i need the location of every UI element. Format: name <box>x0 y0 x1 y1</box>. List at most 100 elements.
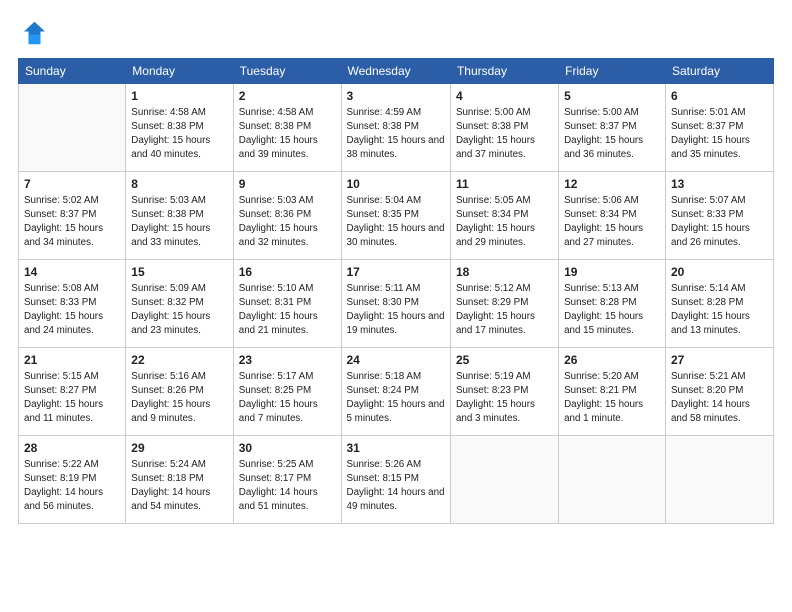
day-info: Sunrise: 5:05 AMSunset: 8:34 PMDaylight:… <box>456 194 553 251</box>
calendar-week-2: 7Sunrise: 5:02 AMSunset: 8:37 PMDaylight… <box>19 172 774 260</box>
calendar-cell: 30Sunrise: 5:25 AMSunset: 8:17 PMDayligh… <box>233 436 341 524</box>
day-number: 29 <box>131 440 227 457</box>
day-number: 28 <box>24 440 120 457</box>
calendar-cell: 4Sunrise: 5:00 AMSunset: 8:38 PMDaylight… <box>450 84 558 172</box>
day-number: 18 <box>456 264 553 281</box>
day-info: Sunrise: 5:10 AMSunset: 8:31 PMDaylight:… <box>239 282 336 339</box>
day-info: Sunrise: 5:17 AMSunset: 8:25 PMDaylight:… <box>239 370 336 427</box>
day-number: 9 <box>239 176 336 193</box>
weekday-header-row: SundayMondayTuesdayWednesdayThursdayFrid… <box>19 59 774 84</box>
logo-icon <box>18 18 48 48</box>
day-number: 6 <box>671 88 768 105</box>
calendar-cell: 3Sunrise: 4:59 AMSunset: 8:38 PMDaylight… <box>341 84 450 172</box>
calendar-cell: 23Sunrise: 5:17 AMSunset: 8:25 PMDayligh… <box>233 348 341 436</box>
day-number: 4 <box>456 88 553 105</box>
header <box>18 18 774 48</box>
day-info: Sunrise: 5:03 AMSunset: 8:38 PMDaylight:… <box>131 194 227 251</box>
day-number: 10 <box>347 176 445 193</box>
day-info: Sunrise: 5:15 AMSunset: 8:27 PMDaylight:… <box>24 370 120 427</box>
calendar-cell: 20Sunrise: 5:14 AMSunset: 8:28 PMDayligh… <box>665 260 773 348</box>
calendar-cell: 16Sunrise: 5:10 AMSunset: 8:31 PMDayligh… <box>233 260 341 348</box>
day-info: Sunrise: 5:21 AMSunset: 8:20 PMDaylight:… <box>671 370 768 427</box>
day-number: 11 <box>456 176 553 193</box>
day-info: Sunrise: 5:26 AMSunset: 8:15 PMDaylight:… <box>347 458 445 515</box>
day-number: 16 <box>239 264 336 281</box>
calendar-cell: 2Sunrise: 4:58 AMSunset: 8:38 PMDaylight… <box>233 84 341 172</box>
weekday-header-monday: Monday <box>126 59 233 84</box>
calendar-cell: 19Sunrise: 5:13 AMSunset: 8:28 PMDayligh… <box>559 260 666 348</box>
calendar-cell <box>559 436 666 524</box>
day-info: Sunrise: 5:00 AMSunset: 8:37 PMDaylight:… <box>564 106 660 163</box>
weekday-header-thursday: Thursday <box>450 59 558 84</box>
day-info: Sunrise: 4:59 AMSunset: 8:38 PMDaylight:… <box>347 106 445 163</box>
day-number: 13 <box>671 176 768 193</box>
calendar-cell: 5Sunrise: 5:00 AMSunset: 8:37 PMDaylight… <box>559 84 666 172</box>
calendar-cell: 7Sunrise: 5:02 AMSunset: 8:37 PMDaylight… <box>19 172 126 260</box>
day-number: 25 <box>456 352 553 369</box>
calendar-cell: 28Sunrise: 5:22 AMSunset: 8:19 PMDayligh… <box>19 436 126 524</box>
calendar-week-1: 1Sunrise: 4:58 AMSunset: 8:38 PMDaylight… <box>19 84 774 172</box>
calendar-cell: 24Sunrise: 5:18 AMSunset: 8:24 PMDayligh… <box>341 348 450 436</box>
day-number: 24 <box>347 352 445 369</box>
day-info: Sunrise: 5:20 AMSunset: 8:21 PMDaylight:… <box>564 370 660 427</box>
calendar-cell: 17Sunrise: 5:11 AMSunset: 8:30 PMDayligh… <box>341 260 450 348</box>
day-info: Sunrise: 5:00 AMSunset: 8:38 PMDaylight:… <box>456 106 553 163</box>
day-number: 7 <box>24 176 120 193</box>
day-info: Sunrise: 5:03 AMSunset: 8:36 PMDaylight:… <box>239 194 336 251</box>
calendar-cell: 18Sunrise: 5:12 AMSunset: 8:29 PMDayligh… <box>450 260 558 348</box>
day-number: 12 <box>564 176 660 193</box>
weekday-header-sunday: Sunday <box>19 59 126 84</box>
day-number: 2 <box>239 88 336 105</box>
day-info: Sunrise: 5:16 AMSunset: 8:26 PMDaylight:… <box>131 370 227 427</box>
day-info: Sunrise: 5:06 AMSunset: 8:34 PMDaylight:… <box>564 194 660 251</box>
calendar-cell: 22Sunrise: 5:16 AMSunset: 8:26 PMDayligh… <box>126 348 233 436</box>
day-info: Sunrise: 5:01 AMSunset: 8:37 PMDaylight:… <box>671 106 768 163</box>
day-info: Sunrise: 5:08 AMSunset: 8:33 PMDaylight:… <box>24 282 120 339</box>
day-number: 15 <box>131 264 227 281</box>
day-info: Sunrise: 5:02 AMSunset: 8:37 PMDaylight:… <box>24 194 120 251</box>
calendar-cell: 27Sunrise: 5:21 AMSunset: 8:20 PMDayligh… <box>665 348 773 436</box>
day-info: Sunrise: 5:19 AMSunset: 8:23 PMDaylight:… <box>456 370 553 427</box>
calendar-cell: 15Sunrise: 5:09 AMSunset: 8:32 PMDayligh… <box>126 260 233 348</box>
day-number: 5 <box>564 88 660 105</box>
calendar-cell: 11Sunrise: 5:05 AMSunset: 8:34 PMDayligh… <box>450 172 558 260</box>
day-info: Sunrise: 5:04 AMSunset: 8:35 PMDaylight:… <box>347 194 445 251</box>
calendar-cell: 14Sunrise: 5:08 AMSunset: 8:33 PMDayligh… <box>19 260 126 348</box>
day-number: 21 <box>24 352 120 369</box>
calendar-cell: 6Sunrise: 5:01 AMSunset: 8:37 PMDaylight… <box>665 84 773 172</box>
page: SundayMondayTuesdayWednesdayThursdayFrid… <box>0 0 792 612</box>
day-number: 31 <box>347 440 445 457</box>
calendar-cell: 31Sunrise: 5:26 AMSunset: 8:15 PMDayligh… <box>341 436 450 524</box>
calendar-cell: 12Sunrise: 5:06 AMSunset: 8:34 PMDayligh… <box>559 172 666 260</box>
calendar-cell <box>19 84 126 172</box>
weekday-header-tuesday: Tuesday <box>233 59 341 84</box>
calendar-cell: 9Sunrise: 5:03 AMSunset: 8:36 PMDaylight… <box>233 172 341 260</box>
calendar-cell: 29Sunrise: 5:24 AMSunset: 8:18 PMDayligh… <box>126 436 233 524</box>
day-number: 23 <box>239 352 336 369</box>
day-info: Sunrise: 5:13 AMSunset: 8:28 PMDaylight:… <box>564 282 660 339</box>
calendar: SundayMondayTuesdayWednesdayThursdayFrid… <box>18 58 774 524</box>
day-number: 27 <box>671 352 768 369</box>
weekday-header-friday: Friday <box>559 59 666 84</box>
calendar-cell: 26Sunrise: 5:20 AMSunset: 8:21 PMDayligh… <box>559 348 666 436</box>
day-number: 8 <box>131 176 227 193</box>
calendar-week-5: 28Sunrise: 5:22 AMSunset: 8:19 PMDayligh… <box>19 436 774 524</box>
day-number: 17 <box>347 264 445 281</box>
day-info: Sunrise: 4:58 AMSunset: 8:38 PMDaylight:… <box>239 106 336 163</box>
day-info: Sunrise: 5:14 AMSunset: 8:28 PMDaylight:… <box>671 282 768 339</box>
day-info: Sunrise: 5:24 AMSunset: 8:18 PMDaylight:… <box>131 458 227 515</box>
calendar-cell <box>450 436 558 524</box>
calendar-cell <box>665 436 773 524</box>
calendar-week-4: 21Sunrise: 5:15 AMSunset: 8:27 PMDayligh… <box>19 348 774 436</box>
day-info: Sunrise: 5:07 AMSunset: 8:33 PMDaylight:… <box>671 194 768 251</box>
day-info: Sunrise: 5:22 AMSunset: 8:19 PMDaylight:… <box>24 458 120 515</box>
day-info: Sunrise: 5:12 AMSunset: 8:29 PMDaylight:… <box>456 282 553 339</box>
day-number: 22 <box>131 352 227 369</box>
weekday-header-wednesday: Wednesday <box>341 59 450 84</box>
day-info: Sunrise: 5:18 AMSunset: 8:24 PMDaylight:… <box>347 370 445 427</box>
day-number: 30 <box>239 440 336 457</box>
calendar-cell: 13Sunrise: 5:07 AMSunset: 8:33 PMDayligh… <box>665 172 773 260</box>
calendar-cell: 1Sunrise: 4:58 AMSunset: 8:38 PMDaylight… <box>126 84 233 172</box>
calendar-cell: 8Sunrise: 5:03 AMSunset: 8:38 PMDaylight… <box>126 172 233 260</box>
day-info: Sunrise: 5:11 AMSunset: 8:30 PMDaylight:… <box>347 282 445 339</box>
